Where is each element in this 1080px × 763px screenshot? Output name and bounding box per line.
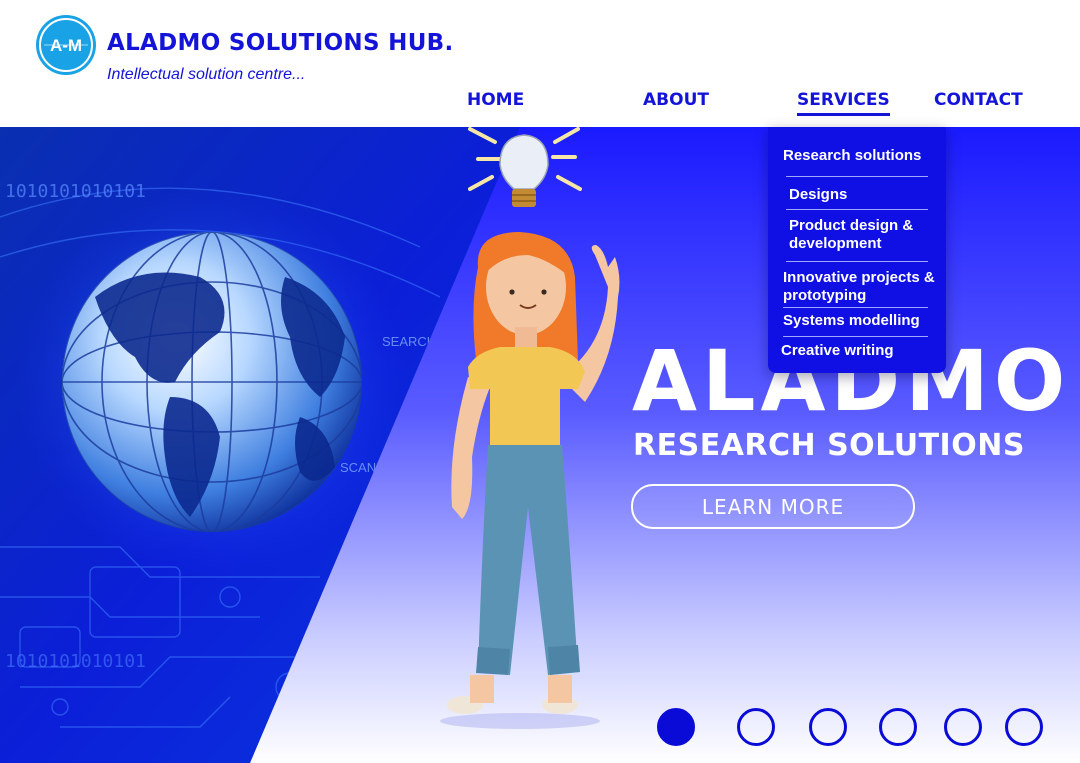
brand-logo-icon[interactable]: A-M: [36, 15, 96, 75]
globe-icon: [62, 232, 362, 532]
menu-item-research-solutions[interactable]: Research solutions: [783, 147, 943, 165]
menu-item-product-design[interactable]: Product design & development: [789, 217, 939, 253]
carousel-dot-2[interactable]: [737, 708, 775, 746]
menu-item-creative-writing[interactable]: Creative writing: [781, 342, 941, 360]
menu-divider: [783, 336, 928, 337]
menu-item-innovative-projects[interactable]: Innovative projects & prototyping: [783, 269, 943, 305]
menu-item-designs[interactable]: Designs: [789, 186, 939, 204]
menu-divider: [786, 209, 928, 210]
learn-more-button[interactable]: LEARN MORE: [631, 484, 915, 529]
brand-name[interactable]: ALADMO SOLUTIONS HUB.: [107, 30, 454, 56]
brand-tagline: Intellectual solution centre...: [107, 66, 306, 83]
menu-divider: [783, 307, 928, 308]
carousel-dot-4[interactable]: [879, 708, 917, 746]
carousel-dot-5[interactable]: [944, 708, 982, 746]
hero-subtitle: RESEARCH SOLUTIONS: [633, 428, 1025, 463]
menu-item-systems-modelling[interactable]: Systems modelling: [783, 312, 943, 330]
carousel-dot-3[interactable]: [809, 708, 847, 746]
nav-services[interactable]: SERVICES: [797, 90, 890, 116]
carousel-dot-6[interactable]: [1005, 708, 1043, 746]
nav-about[interactable]: ABOUT: [643, 90, 709, 113]
nav-contact[interactable]: CONTACT: [934, 90, 1023, 113]
services-dropdown-menu: Research solutions Designs Product desig…: [768, 127, 946, 373]
binary-text-top: 1010101010101: [5, 181, 146, 202]
site-header: A-M ALADMO SOLUTIONS HUB. Intellectual s…: [0, 0, 1080, 127]
carousel-dot-1[interactable]: [657, 708, 695, 746]
nav-home[interactable]: HOME: [467, 90, 524, 113]
binary-text-bottom: 1010101010101: [5, 651, 146, 672]
menu-divider: [786, 261, 928, 262]
menu-divider: [786, 176, 928, 177]
